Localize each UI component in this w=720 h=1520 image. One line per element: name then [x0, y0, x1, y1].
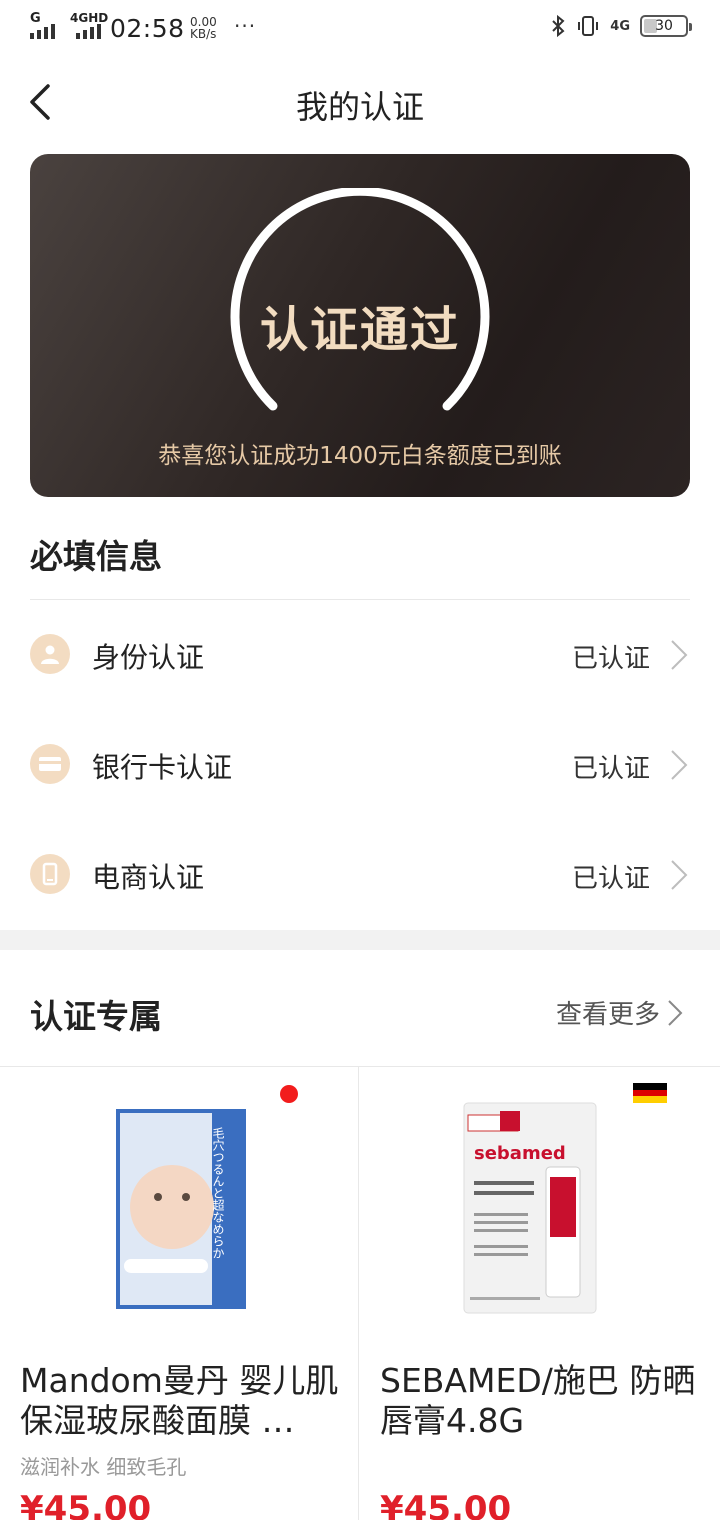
signal-label: 4GHD [70, 11, 109, 25]
status-bar: G 4GHD 02:58 0.00 KB/s ··· 4G 30 [0, 0, 720, 56]
phone-icon [30, 854, 70, 894]
certification-status: 认证通过 [259, 302, 460, 358]
battery-icon: 30 [640, 15, 692, 37]
row-status: 已认证 [571, 644, 650, 674]
product-price: ¥45.00 [20, 1489, 152, 1520]
product-image: 毛穴つるんと超なめらか [80, 1097, 280, 1317]
page-title: 我的认证 [295, 88, 424, 126]
product-name: Mandom曼丹 婴儿肌保湿玻尿酸面膜 … [20, 1361, 339, 1440]
exclusive-section-title: 认证专属 [30, 997, 162, 1036]
see-more-link[interactable]: 查看更多 [556, 994, 684, 1031]
section-separator [0, 930, 720, 950]
chevron-right-icon [671, 640, 688, 670]
bank-card-verification-row[interactable]: 银行卡认证 已认证 [0, 710, 720, 820]
signal-icon: 4GHD [70, 11, 114, 43]
card-icon [30, 744, 70, 784]
chevron-right-icon [671, 860, 688, 890]
chevron-right-icon [668, 999, 683, 1026]
row-status: 已认证 [571, 754, 650, 784]
row-label: 银行卡认证 [92, 751, 233, 784]
product-name: SEBAMED/施巴 防晒唇膏4.8G [380, 1361, 696, 1440]
germany-flag-icon [633, 1083, 667, 1103]
network-type: 4G [610, 18, 630, 34]
ecommerce-verification-row[interactable]: 电商认证 已认证 [0, 820, 720, 930]
row-label: 身份认证 [92, 641, 205, 674]
product-grid: 毛穴つるんと超なめらか Mandom曼丹 婴儿肌保湿玻尿酸面膜 … 滋润补水 细… [0, 1066, 720, 1520]
clock: 02:58 [110, 14, 185, 43]
certification-card: 认证通过 恭喜您认证成功1400元白条额度已到账 [30, 154, 690, 497]
bluetooth-icon [550, 14, 566, 38]
see-more-label: 查看更多 [555, 1000, 660, 1030]
product-card[interactable]: 毛穴つるんと超なめらか Mandom曼丹 婴儿肌保湿玻尿酸面膜 … 滋润补水 细… [0, 1067, 359, 1520]
row-status: 已认证 [571, 864, 650, 894]
product-image-text: sebamed [474, 1143, 566, 1164]
signal-icon: G [30, 11, 60, 43]
product-subtitle: 滋润补水 细致毛孔 [20, 1455, 187, 1479]
more-notifications: ··· [234, 14, 257, 38]
speed-unit: KB/s [190, 27, 217, 41]
identity-verification-row[interactable]: 身份认证 已认证 [0, 600, 720, 710]
person-icon [30, 634, 70, 674]
chevron-right-icon [671, 750, 688, 780]
row-label: 电商认证 [92, 861, 205, 894]
certification-message: 恭喜您认证成功1400元白条额度已到账 [158, 443, 562, 469]
origin-badge-dot [280, 1085, 298, 1103]
network-speed: 0.00 KB/s [190, 16, 217, 40]
product-image-text: 毛穴つるんと超なめらか [211, 1127, 225, 1259]
header: 我的认证 [0, 60, 720, 144]
required-info-title: 必填信息 [30, 537, 162, 576]
vibrate-icon [576, 14, 600, 38]
product-card[interactable]: sebamed SEBAMED/施巴 防晒唇膏4.8G ¥45.00 [360, 1067, 719, 1520]
product-image: sebamed [460, 1097, 610, 1317]
battery-level: 30 [655, 18, 673, 34]
product-price: ¥45.00 [380, 1489, 512, 1520]
